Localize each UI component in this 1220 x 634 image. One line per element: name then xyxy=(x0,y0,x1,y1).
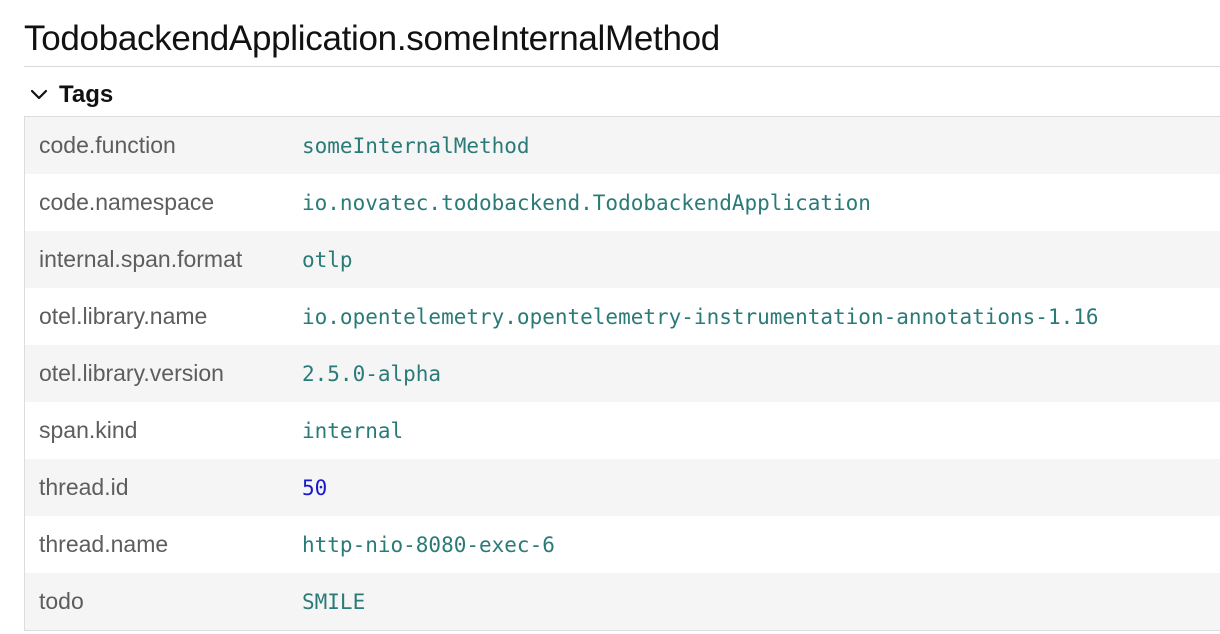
tag-value: SMILE xyxy=(302,589,366,614)
tag-key: span.kind xyxy=(39,417,138,443)
title-divider xyxy=(24,66,1220,67)
tag-row-otel-library-version: otel.library.version 2.5.0-alpha xyxy=(25,345,1220,402)
tag-key: otel.library.name xyxy=(39,303,208,329)
tag-key: code.function xyxy=(39,132,176,158)
tag-row-thread-id: thread.id 50 xyxy=(25,459,1220,516)
tag-key: thread.name xyxy=(39,531,169,557)
tag-key: otel.library.version xyxy=(39,360,224,386)
tags-table: code.function someInternalMethod code.na… xyxy=(24,116,1220,631)
tag-value: someInternalMethod xyxy=(302,133,530,158)
tags-section-label: Tags xyxy=(59,81,114,108)
tag-key: todo xyxy=(39,588,84,614)
tags-section-toggle[interactable]: Tags xyxy=(28,78,113,112)
tag-row-span-kind: span.kind internal xyxy=(25,402,1220,459)
tag-value: http-nio-8080-exec-6 xyxy=(302,532,555,557)
tag-row-thread-name: thread.name http-nio-8080-exec-6 xyxy=(25,516,1220,573)
tag-key: thread.id xyxy=(39,474,129,500)
tag-value: internal xyxy=(302,418,404,443)
tag-key: internal.span.format xyxy=(39,246,243,272)
tag-value-number: 50 xyxy=(302,475,328,500)
tag-row-internal-span-format: internal.span.format otlp xyxy=(25,231,1220,288)
tag-value: io.novatec.todobackend.TodobackendApplic… xyxy=(302,190,871,215)
tag-row-otel-library-name: otel.library.name io.opentelemetry.opent… xyxy=(25,288,1220,345)
tag-row-code-namespace: code.namespace io.novatec.todobackend.To… xyxy=(25,174,1220,231)
tag-value: io.opentelemetry.opentelemetry-instrumen… xyxy=(302,304,1099,329)
tag-row-todo: todo SMILE xyxy=(25,573,1220,630)
tag-row-code-function: code.function someInternalMethod xyxy=(25,117,1220,174)
chevron-down-icon xyxy=(28,84,50,106)
tag-key: code.namespace xyxy=(39,189,215,215)
tag-value: otlp xyxy=(302,247,353,272)
tag-value: 2.5.0-alpha xyxy=(302,361,442,386)
span-title: TodobackendApplication.someInternalMetho… xyxy=(24,19,720,58)
